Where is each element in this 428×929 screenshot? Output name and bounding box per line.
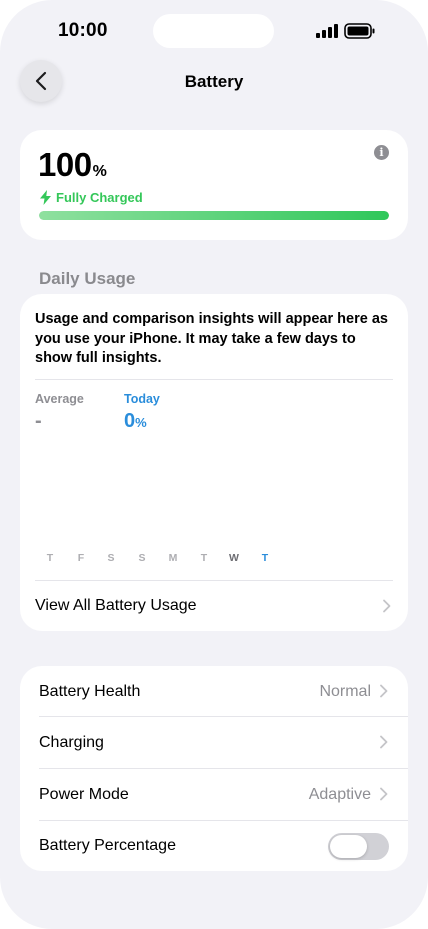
battery-level-fill <box>39 211 389 220</box>
info-icon[interactable]: i <box>374 145 389 160</box>
dynamic-island <box>153 14 274 48</box>
insights-message: Usage and comparison insights will appea… <box>35 311 388 366</box>
day-label: T <box>200 552 208 564</box>
charge-state: Fully Charged <box>40 190 143 205</box>
average-value: - <box>35 410 42 432</box>
day-label: W <box>229 552 239 564</box>
charging-row[interactable]: Charging <box>20 717 408 768</box>
today-value: 0% <box>124 410 147 433</box>
status-time: 10:00 <box>58 20 108 41</box>
power-mode-value: Adaptive <box>308 786 371 803</box>
toggle-knob <box>330 835 367 858</box>
day-label-today: T <box>261 552 269 564</box>
day-label: S <box>107 552 115 564</box>
cellular-signal-icon <box>316 24 340 38</box>
day-label: F <box>77 552 85 564</box>
average-label: Average <box>35 392 84 406</box>
chevron-right-icon <box>380 684 388 698</box>
today-label: Today <box>124 392 160 406</box>
daily-usage-header: Daily Usage <box>39 269 136 288</box>
battery-level-card: 100% i Fully Charged <box>20 130 408 240</box>
battery-health-value: Normal <box>319 683 371 700</box>
day-label: S <box>138 552 146 564</box>
charge-state-label: Fully Charged <box>56 190 143 205</box>
battery-percent-unit: % <box>92 163 107 180</box>
power-mode-row[interactable]: Power Mode Adaptive <box>20 769 408 820</box>
battery-level-bar <box>39 211 389 220</box>
battery-percentage-toggle[interactable] <box>328 833 389 860</box>
battery-status-icon <box>344 23 375 39</box>
day-label: T <box>46 552 54 564</box>
page-title: Battery <box>184 72 244 91</box>
bolt-icon <box>40 190 51 205</box>
daily-usage-card: Usage and comparison insights will appea… <box>20 294 408 631</box>
chevron-right-icon <box>380 735 388 749</box>
view-all-battery-usage-row[interactable]: View All Battery Usage <box>20 581 408 631</box>
today-value-number: 0 <box>124 410 136 432</box>
divider <box>35 379 393 380</box>
power-mode-label: Power Mode <box>39 786 129 803</box>
today-value-unit: % <box>135 415 147 430</box>
battery-settings-card: Battery Health Normal Charging Power Mod… <box>20 666 408 871</box>
battery-health-label: Battery Health <box>39 683 141 700</box>
view-all-battery-usage-label: View All Battery Usage <box>35 597 197 614</box>
phone-screen: 10:00 Battery 100% i Fully Charged Daily… <box>0 0 428 929</box>
chevron-right-icon <box>380 787 388 801</box>
battery-percentage-row: Battery Percentage <box>20 820 408 871</box>
battery-percentage-label: Battery Percentage <box>39 837 176 854</box>
charging-label: Charging <box>39 734 104 751</box>
battery-percent: 100% <box>38 146 107 184</box>
day-label: M <box>168 552 178 564</box>
chevron-right-icon <box>383 599 391 613</box>
battery-health-row[interactable]: Battery Health Normal <box>20 666 408 717</box>
battery-percent-value: 100 <box>38 146 92 183</box>
